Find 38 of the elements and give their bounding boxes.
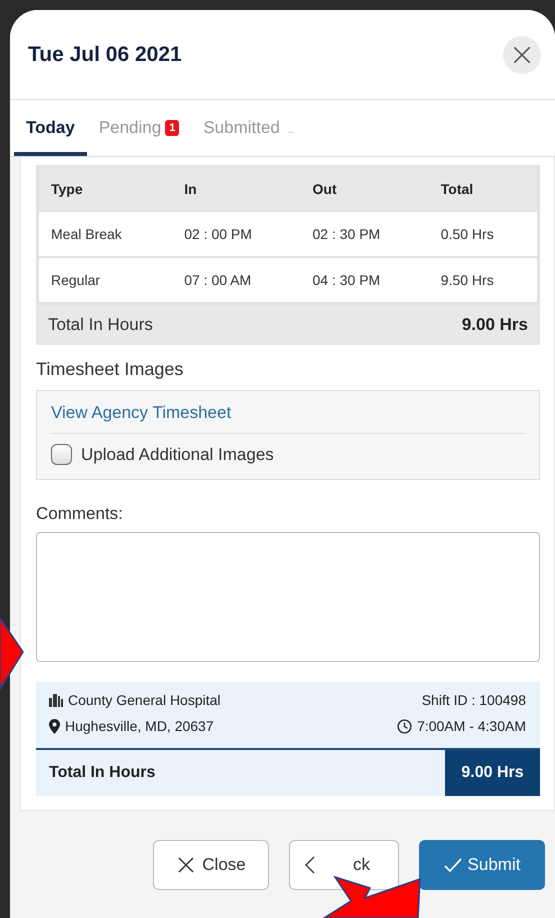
back-button[interactable]: ck <box>289 840 399 890</box>
total-value: 9.00 Hrs <box>445 750 540 796</box>
comments-field[interactable] <box>36 532 540 662</box>
total-label: Total In Hours <box>48 763 156 783</box>
section-heading: Timesheet Images <box>36 359 184 380</box>
submit-button[interactable]: Submit <box>419 840 545 890</box>
column-header: Out <box>300 166 429 211</box>
table-cell: 02 : 30 PM <box>300 211 429 257</box>
arrow-icon <box>0 618 24 690</box>
building-icon <box>49 694 63 706</box>
total-value: 9.00 Hrs <box>462 315 528 335</box>
column-header: In <box>172 166 300 211</box>
chevron-left-icon <box>304 855 316 875</box>
location-text: Hughesville, MD, 20637 <box>65 718 214 734</box>
location-pin-icon <box>49 718 60 734</box>
table-cell: 0.50 Hrs <box>428 211 538 257</box>
table-cell: 02 : 00 PM <box>172 211 300 257</box>
column-header: Total <box>428 166 538 211</box>
checkbox-label: Upload Additional Images <box>81 444 274 464</box>
table-cell: Meal Break <box>38 211 172 257</box>
x-icon <box>176 855 196 875</box>
tab[interactable]: Pending 1 <box>86 100 192 156</box>
clock-icon <box>397 718 412 734</box>
tab-suffix-text: _ <box>286 121 295 136</box>
shift-time: 7:00AM - 4:30AM <box>417 718 526 734</box>
shift-id: Shift ID : 100498 <box>422 692 526 708</box>
timesheet-link[interactable]: View Agency Timesheet <box>51 391 525 434</box>
close-button[interactable]: Close <box>153 840 269 890</box>
close-button[interactable] <box>503 36 541 74</box>
tab[interactable]: Submitted _ <box>191 100 310 156</box>
facility-name: County General Hospital <box>68 692 221 708</box>
dialog-title: Tue Jul 06 2021 <box>28 42 182 66</box>
total-label: Total In Hours <box>48 315 153 335</box>
count-badge: 1 <box>165 120 180 136</box>
check-icon <box>444 857 462 873</box>
comments-label: Comments: <box>36 504 124 524</box>
checkbox[interactable] <box>51 444 72 465</box>
column-header: Type <box>38 166 172 211</box>
